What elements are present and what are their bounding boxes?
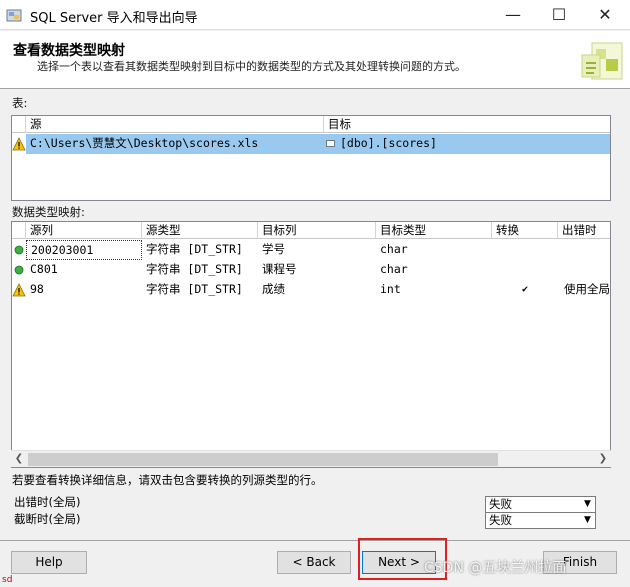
target-type-cell: int [380, 282, 401, 296]
back-button[interactable]: < Back [277, 551, 351, 574]
target-type-cell: char [380, 262, 408, 276]
on-error-global-value: 失败 [489, 497, 512, 511]
target-column-cell: 课程号 [262, 262, 297, 276]
page-subtitle: 选择一个表以查看其数据类型映射到目标中的数据类型的方式及其处理转换问题的方式。 [37, 60, 466, 73]
source-type-cell: 字符串 [DT_STR] [146, 262, 243, 276]
convert-cell: ✔ [492, 280, 558, 300]
target-table-cell: [dbo].[scores] [324, 134, 610, 154]
warning-icon [12, 283, 26, 297]
scroll-right-arrow-icon[interactable]: ❯ [595, 451, 611, 468]
table-row[interactable]: 98 字符串 [DT_STR] 成绩 int ✔ 使用全局 [12, 280, 610, 300]
row-header-corner [12, 116, 26, 133]
source-path-cell: C:\Users\贾慧文\Desktop\scores.xls [30, 136, 259, 150]
mapping-grid[interactable]: 源列 源类型 目标列 目标类型 转换 出错时 200203001 字符串 [DT… [11, 221, 611, 468]
footer-separator [0, 540, 630, 541]
scrollbar-thumb[interactable] [28, 453, 498, 466]
on-error-cell [558, 240, 610, 260]
window-title: SQL Server 导入和导出向导 [30, 11, 198, 26]
table-row[interactable]: 200203001 字符串 [DT_STR] 学号 char [12, 240, 610, 260]
column-header-source-column[interactable]: 源列 [26, 222, 142, 239]
target-column-cell: 学号 [262, 242, 285, 256]
page-title: 查看数据类型映射 [13, 43, 125, 59]
column-header-source-type[interactable]: 源类型 [142, 222, 258, 239]
on-error-cell [558, 260, 610, 280]
column-header-target[interactable]: 目标 [324, 116, 610, 133]
source-type-cell: 字符串 [DT_STR] [146, 242, 243, 256]
source-type-cell: 字符串 [DT_STR] [146, 282, 243, 296]
column-header-on-error[interactable]: 出错时 [558, 222, 610, 239]
wizard-graphic-icon [581, 42, 623, 80]
watermark: CSDN @五块兰州拉面 [424, 560, 567, 576]
column-header-target-type[interactable]: 目标类型 [376, 222, 492, 239]
on-truncate-global-select[interactable]: 失败 ▼ [485, 512, 596, 529]
source-column-cell: 200203001 [26, 240, 142, 260]
title-bar: SQL Server 导入和导出向导 — ☐ ✕ [0, 0, 630, 30]
column-header-target-column[interactable]: 目标列 [258, 222, 376, 239]
source-column-cell: 98 [30, 282, 44, 296]
corner-text: sd [2, 575, 13, 585]
mapping-label: 数据类型映射: [12, 205, 85, 219]
sql-server-icon [6, 9, 22, 22]
dropdown-arrow-icon: ▼ [584, 499, 591, 509]
warning-icon [12, 137, 26, 151]
row-header [12, 134, 26, 154]
target-column-cell: 成绩 [262, 282, 285, 296]
target-table-label: [dbo].[scores] [340, 136, 437, 150]
on-error-cell: 使用全局 [564, 282, 610, 296]
column-header-source[interactable]: 源 [26, 116, 324, 133]
scroll-left-arrow-icon[interactable]: ❮ [11, 451, 27, 468]
wizard-header: 查看数据类型映射 选择一个表以查看其数据类型映射到目标中的数据类型的方式及其处理… [0, 31, 630, 89]
minimize-button[interactable]: — [490, 0, 536, 30]
on-error-global-label: 出错时(全局) [14, 495, 81, 509]
row-header [12, 280, 26, 300]
target-type-cell: char [380, 242, 408, 256]
on-truncate-global-value: 失败 [489, 513, 512, 527]
row-header-corner [12, 222, 26, 239]
tables-label: 表: [12, 96, 28, 110]
column-header-convert[interactable]: 转换 [492, 222, 558, 239]
help-button[interactable]: Help [11, 551, 87, 574]
maximize-button[interactable]: ☐ [536, 0, 582, 30]
tables-grid-header: 源 目标 [12, 116, 610, 133]
table-icon [326, 140, 335, 147]
row-header [12, 260, 26, 280]
on-error-global-select[interactable]: 失败 ▼ [485, 496, 596, 513]
ok-status-icon [14, 265, 24, 275]
ok-status-icon [14, 245, 24, 255]
row-header [12, 240, 26, 260]
convert-checkbox[interactable]: ✔ [520, 285, 530, 295]
table-row[interactable]: C801 字符串 [DT_STR] 课程号 char [12, 260, 610, 280]
source-column-cell: C801 [30, 262, 58, 276]
dropdown-arrow-icon: ▼ [584, 515, 591, 525]
mapping-horizontal-scrollbar[interactable]: ❮ ❯ [11, 450, 611, 467]
close-button[interactable]: ✕ [582, 0, 628, 30]
conversion-hint: 若要查看转换详细信息，请双击包含要转换的列源类型的行。 [12, 473, 323, 487]
mapping-grid-header: 源列 源类型 目标列 目标类型 转换 出错时 [12, 222, 610, 239]
tables-grid[interactable]: 源 目标 C:\Users\贾慧文\Desktop\scores.xls [db… [11, 115, 611, 201]
table-row[interactable]: C:\Users\贾慧文\Desktop\scores.xls [dbo].[s… [12, 134, 610, 154]
on-truncate-global-label: 截断时(全局) [14, 512, 81, 526]
